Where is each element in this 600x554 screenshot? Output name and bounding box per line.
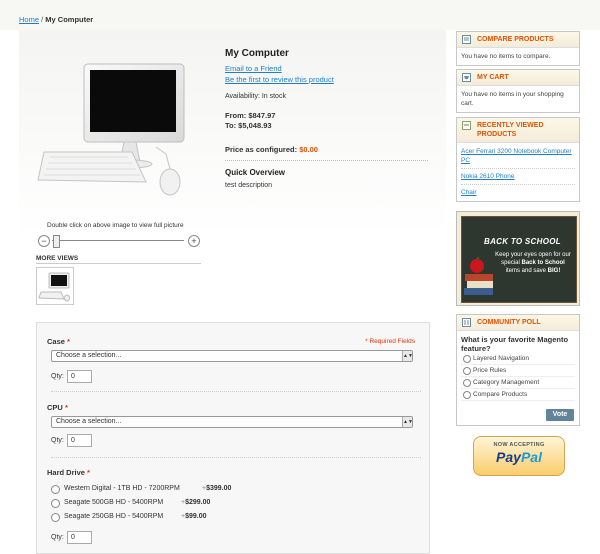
cpu-label: CPU *	[47, 403, 68, 412]
product-name: My Computer	[225, 48, 289, 59]
breadcrumb-home-link[interactable]: Home	[19, 15, 39, 24]
breadcrumb: Home / My Computer	[19, 15, 93, 24]
required-fields-note: * Required Fields	[365, 338, 415, 345]
chalkboard-image: BACK TO SCHOOL Keep your eyes open for o…	[461, 216, 577, 303]
write-review-link[interactable]: Be the first to review this product	[225, 75, 334, 84]
poll-radio[interactable]	[463, 355, 471, 363]
poll-radio[interactable]	[463, 367, 471, 375]
community-poll-block: COMMUNITY POLL What is your favorite Mag…	[456, 314, 580, 426]
compare-icon	[462, 35, 471, 44]
price-to: To: $5,048.93	[225, 121, 272, 130]
zoom-out-button[interactable]: −	[38, 235, 50, 247]
banner-title: BACK TO SCHOOL	[484, 237, 561, 246]
cpu-qty-label: Qty:	[51, 437, 64, 444]
hard-drive-option-price: +$399.00	[202, 485, 232, 492]
books-apple-icon	[464, 257, 493, 295]
availability-status: Availability: In stock	[225, 93, 286, 100]
recently-viewed-heading: RECENTLY VIEWED PRODUCTS	[457, 118, 579, 143]
price-as-configured: Price as configured: $0.00	[225, 145, 318, 154]
recently-viewed-item[interactable]: Acer Ferrari 3200 Notebook Computer PC	[461, 147, 575, 165]
vote-button[interactable]: Vote	[546, 409, 574, 421]
hard-drive-option-label: Seagate 250GB HD - 5400RPM	[64, 513, 164, 520]
email-friend-link[interactable]: Email to a Friend	[225, 64, 282, 73]
poll-option[interactable]: Compare Products	[461, 389, 575, 401]
case-label: Case *	[47, 337, 70, 346]
hard-drive-radio[interactable]	[51, 499, 60, 508]
hard-drive-qty-label: Qty:	[51, 534, 64, 541]
recently-viewed-item[interactable]: Chair	[461, 188, 575, 197]
back-to-school-banner[interactable]: BACK TO SCHOOL Keep your eyes open for o…	[456, 211, 580, 306]
product-options-box: Case * * Required Fields Choose a select…	[36, 322, 430, 554]
compare-products-empty: You have no items to compare.	[461, 53, 551, 60]
recently-viewed-item[interactable]: Nokia 2610 Phone	[461, 172, 575, 181]
zoom-slider-track[interactable]	[52, 240, 184, 241]
price-from: From: $847.97	[225, 111, 276, 120]
price-configured-label: Price as configured:	[225, 145, 300, 154]
recently-viewed-block: RECENTLY VIEWED PRODUCTS Acer Ferrari 32…	[456, 117, 580, 202]
cart-icon	[462, 73, 471, 82]
cart-empty-message: You have no items in your shopping cart.	[461, 91, 564, 107]
poll-body: What is your favorite Magento feature? L…	[457, 331, 579, 405]
recently-viewed-list: Acer Ferrari 3200 Notebook Computer PC N…	[457, 143, 579, 201]
poll-radio[interactable]	[463, 379, 471, 387]
option-separator	[51, 457, 421, 458]
compare-products-block: COMPARE PRODUCTS You have no items to co…	[456, 31, 580, 66]
tag-icon	[462, 121, 471, 130]
cpu-select[interactable]: Choose a selection... ▲▼	[51, 416, 413, 428]
more-views-heading: MORE VIEWS	[36, 255, 201, 264]
case-qty-input[interactable]: 0	[67, 370, 92, 383]
hard-drive-radio[interactable]	[51, 513, 60, 522]
banner-text: Keep your eyes open for our special Back…	[495, 252, 571, 274]
hard-drive-label: Hard Drive *	[47, 468, 90, 477]
product-image[interactable]	[36, 62, 196, 202]
poll-icon	[462, 318, 471, 327]
community-poll-heading: COMMUNITY POLL	[457, 315, 579, 331]
my-cart-heading: MY CART	[457, 70, 579, 86]
item-separator	[461, 168, 575, 169]
zoom-control: − +	[38, 235, 200, 248]
image-view-hint: Double click on above image to view full…	[47, 222, 184, 229]
poll-option[interactable]: Layered Navigation	[461, 353, 575, 365]
paypal-badge[interactable]: NOW ACCEPTING PayPal	[473, 436, 565, 476]
zoom-in-button[interactable]: +	[188, 235, 200, 247]
paypal-logo: PayPal	[496, 449, 542, 465]
hard-drive-option-price: +$99.00	[181, 513, 207, 520]
cpu-qty-input[interactable]: 0	[67, 434, 92, 447]
my-cart-block: MY CART You have no items in your shoppi…	[456, 69, 580, 113]
product-description: test description	[225, 182, 273, 189]
zoom-slider-handle[interactable]	[53, 235, 60, 248]
case-select[interactable]: Choose a selection... ▲▼	[51, 350, 413, 362]
poll-question: What is your favorite Magento feature?	[461, 335, 569, 353]
paypal-accepting-text: NOW ACCEPTING	[493, 442, 545, 448]
info-divider	[225, 160, 428, 161]
poll-option[interactable]: Price Rules	[461, 365, 575, 377]
select-arrow-icon: ▲▼	[402, 351, 413, 361]
hard-drive-radio[interactable]	[51, 485, 60, 494]
quick-overview-title: Quick Overview	[225, 168, 286, 177]
poll-radio[interactable]	[463, 391, 471, 399]
hard-drive-option-label: Seagate 500GB HD - 5400RPM	[64, 499, 164, 506]
hard-drive-option-label: Western Digital - 1TB HD - 7200RPM	[64, 485, 180, 492]
hard-drive-qty-input[interactable]: 0	[67, 531, 92, 544]
compare-products-heading: COMPARE PRODUCTS	[457, 32, 579, 48]
product-thumbnail[interactable]	[36, 267, 74, 305]
poll-option[interactable]: Category Management	[461, 377, 575, 389]
price-configured-value: $0.00	[299, 145, 318, 154]
select-arrow-icon: ▲▼	[402, 417, 413, 427]
item-separator	[461, 184, 575, 185]
case-qty-label: Qty:	[51, 373, 64, 380]
breadcrumb-current: My Computer	[45, 15, 94, 24]
hard-drive-option-price: +$299.00	[181, 499, 211, 506]
option-separator	[51, 391, 421, 392]
